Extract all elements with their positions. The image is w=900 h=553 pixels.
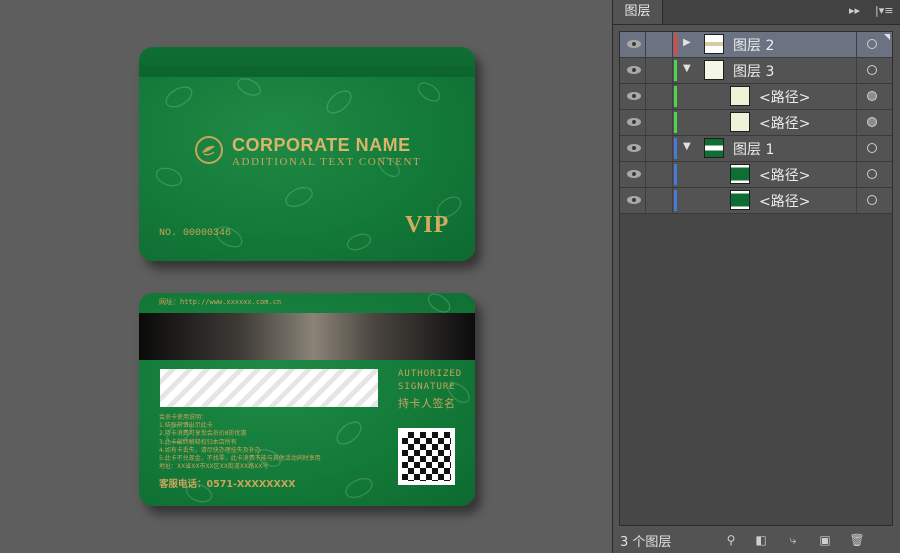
target-toggle[interactable] xyxy=(856,110,893,135)
new-layer-icon[interactable]: ▣ xyxy=(817,532,833,548)
corporate-logo-icon xyxy=(195,136,223,164)
lock-toggle[interactable] xyxy=(646,32,673,57)
lock-toggle[interactable] xyxy=(646,188,673,213)
new-sublayer-icon[interactable]: ⤷ xyxy=(785,532,801,548)
layer-name[interactable]: 图层 3 xyxy=(733,61,774,81)
layer-row-path[interactable]: <路径> xyxy=(620,188,892,214)
target-toggle[interactable] xyxy=(856,58,893,83)
layer-color-indicator xyxy=(674,86,677,107)
expand-arrow-icon[interactable]: ▶ xyxy=(683,37,691,48)
lock-toggle[interactable] xyxy=(646,110,673,135)
website-text: 网址：http://www.xxxxxx.com.cn xyxy=(159,298,282,306)
path-thumbnail xyxy=(730,112,750,132)
target-toggle[interactable] xyxy=(856,188,893,213)
rule-line: 地址：XX省XX市XX区XX街道XX路XX号 xyxy=(159,463,269,471)
layer-count: 3 个图层 xyxy=(620,535,672,550)
layer-color-indicator xyxy=(674,138,677,159)
layer-row-layer-1[interactable]: ▼ 图层 1 xyxy=(620,136,892,162)
panel-tab-bar: 图层 ▸▸ |▾≡ xyxy=(613,0,900,25)
layer-color-indicator xyxy=(674,164,677,185)
top-band-shadow xyxy=(139,65,475,77)
panel-footer: 3 个图层 ⚲ ◧ ⤷ ▣ 🗑 xyxy=(613,528,900,553)
path-name[interactable]: <路径> xyxy=(759,191,810,211)
double-chevron-right-icon[interactable]: ▸▸ xyxy=(849,4,860,17)
vip-card-front[interactable]: CORPORATE NAME ADDITIONAL TEXT CONTENT N… xyxy=(139,47,475,261)
lock-toggle[interactable] xyxy=(646,162,673,187)
target-circle-icon[interactable] xyxy=(867,91,877,101)
target-toggle[interactable] xyxy=(856,136,893,161)
layer-row-layer-3[interactable]: ▼ 图层 3 xyxy=(620,58,892,84)
target-toggle[interactable] xyxy=(856,162,893,187)
target-circle-icon[interactable] xyxy=(867,169,877,179)
target-toggle[interactable] xyxy=(856,84,893,109)
lock-toggle[interactable] xyxy=(646,84,673,109)
usage-rules: 会员卡使用说明： 1.结账前请出示此卡 2.持卡消费可享受会员价8折优惠 3.此… xyxy=(159,414,321,471)
layer-color-indicator xyxy=(674,60,677,81)
qr-code xyxy=(398,428,455,485)
layer-row-path[interactable]: <路径> xyxy=(620,84,892,110)
magnetic-stripe xyxy=(139,313,475,360)
panel-menu-icon[interactable]: |▾≡ xyxy=(875,4,893,17)
rule-line: 3.此卡最终解释权归本店所有 xyxy=(159,438,237,446)
visibility-eye-icon[interactable] xyxy=(623,58,646,83)
layer-color-indicator xyxy=(674,190,677,211)
layer-name[interactable]: 图层 2 xyxy=(733,35,774,55)
layers-panel: 图层 ▸▸ |▾≡ ▶ 图层 2 ▼ 图层 3 <路径> <路径> ▼ 图层 1… xyxy=(612,0,900,553)
path-thumbnail xyxy=(730,164,750,184)
layer-color-indicator xyxy=(674,112,677,133)
layer-row-path[interactable]: <路径> xyxy=(620,110,892,136)
layer-thumbnail xyxy=(704,60,724,80)
rule-line: 5.此卡不兑现金，不找零，此卡消费不能与其他活动同时享用 xyxy=(159,455,321,463)
vip-label: VIP xyxy=(405,212,450,238)
rule-line: 2.持卡消费可享受会员价8折优惠 xyxy=(159,430,247,438)
tab-layers[interactable]: 图层 xyxy=(613,0,663,24)
target-circle-icon[interactable] xyxy=(867,39,877,49)
signature-panel xyxy=(160,369,378,407)
vip-card-back[interactable]: 网址：http://www.xxxxxx.com.cn AUTHORIZED S… xyxy=(139,293,475,506)
selection-corner-icon xyxy=(884,34,890,40)
rule-line: 会员卡使用说明： xyxy=(159,414,208,421)
path-thumbnail xyxy=(730,190,750,210)
layer-row-layer-2[interactable]: ▶ 图层 2 xyxy=(620,32,892,58)
additional-text: ADDITIONAL TEXT CONTENT xyxy=(232,156,422,168)
visibility-eye-icon[interactable] xyxy=(623,84,646,109)
service-hotline: 客服电话：0571-XXXXXXXX xyxy=(159,479,296,490)
signature-label: SIGNATURE xyxy=(398,382,456,392)
authorized-label: AUTHORIZED xyxy=(398,369,463,379)
layer-row-path[interactable]: <路径> xyxy=(620,162,892,188)
target-circle-icon[interactable] xyxy=(867,195,877,205)
visibility-eye-icon[interactable] xyxy=(623,32,646,57)
locate-object-icon[interactable]: ⚲ xyxy=(723,532,739,548)
lock-toggle[interactable] xyxy=(646,136,673,161)
rule-line: 4.如有卡丢失，请尽快办理挂失及补办 xyxy=(159,446,261,454)
path-thumbnail xyxy=(730,86,750,106)
target-circle-icon[interactable] xyxy=(867,117,877,127)
layer-name[interactable]: 图层 1 xyxy=(733,139,774,159)
visibility-eye-icon[interactable] xyxy=(623,162,646,187)
card-number: NO. 00000346 xyxy=(159,228,232,239)
cardholder-signature-label: 持卡人签名 xyxy=(398,397,456,410)
target-circle-icon[interactable] xyxy=(867,143,877,153)
visibility-eye-icon[interactable] xyxy=(623,110,646,135)
collapse-arrow-icon[interactable]: ▼ xyxy=(683,141,691,152)
layer-thumbnail xyxy=(704,138,724,158)
visibility-eye-icon[interactable] xyxy=(623,188,646,213)
target-circle-icon[interactable] xyxy=(867,65,877,75)
layers-list[interactable]: ▶ 图层 2 ▼ 图层 3 <路径> <路径> ▼ 图层 1 <路径> <路径> xyxy=(619,31,893,526)
layer-thumbnail xyxy=(704,34,724,54)
collapse-arrow-icon[interactable]: ▼ xyxy=(683,63,691,74)
path-name[interactable]: <路径> xyxy=(759,87,810,107)
path-name[interactable]: <路径> xyxy=(759,113,810,133)
corporate-name: CORPORATE NAME xyxy=(232,135,411,155)
artboard-canvas[interactable]: CORPORATE NAME ADDITIONAL TEXT CONTENT N… xyxy=(0,0,612,553)
lock-toggle[interactable] xyxy=(646,58,673,83)
visibility-eye-icon[interactable] xyxy=(623,136,646,161)
delete-icon[interactable]: 🗑 xyxy=(849,532,865,548)
path-name[interactable]: <路径> xyxy=(759,165,810,185)
layer-color-indicator xyxy=(674,34,677,55)
make-clipping-mask-icon[interactable]: ◧ xyxy=(753,532,769,548)
